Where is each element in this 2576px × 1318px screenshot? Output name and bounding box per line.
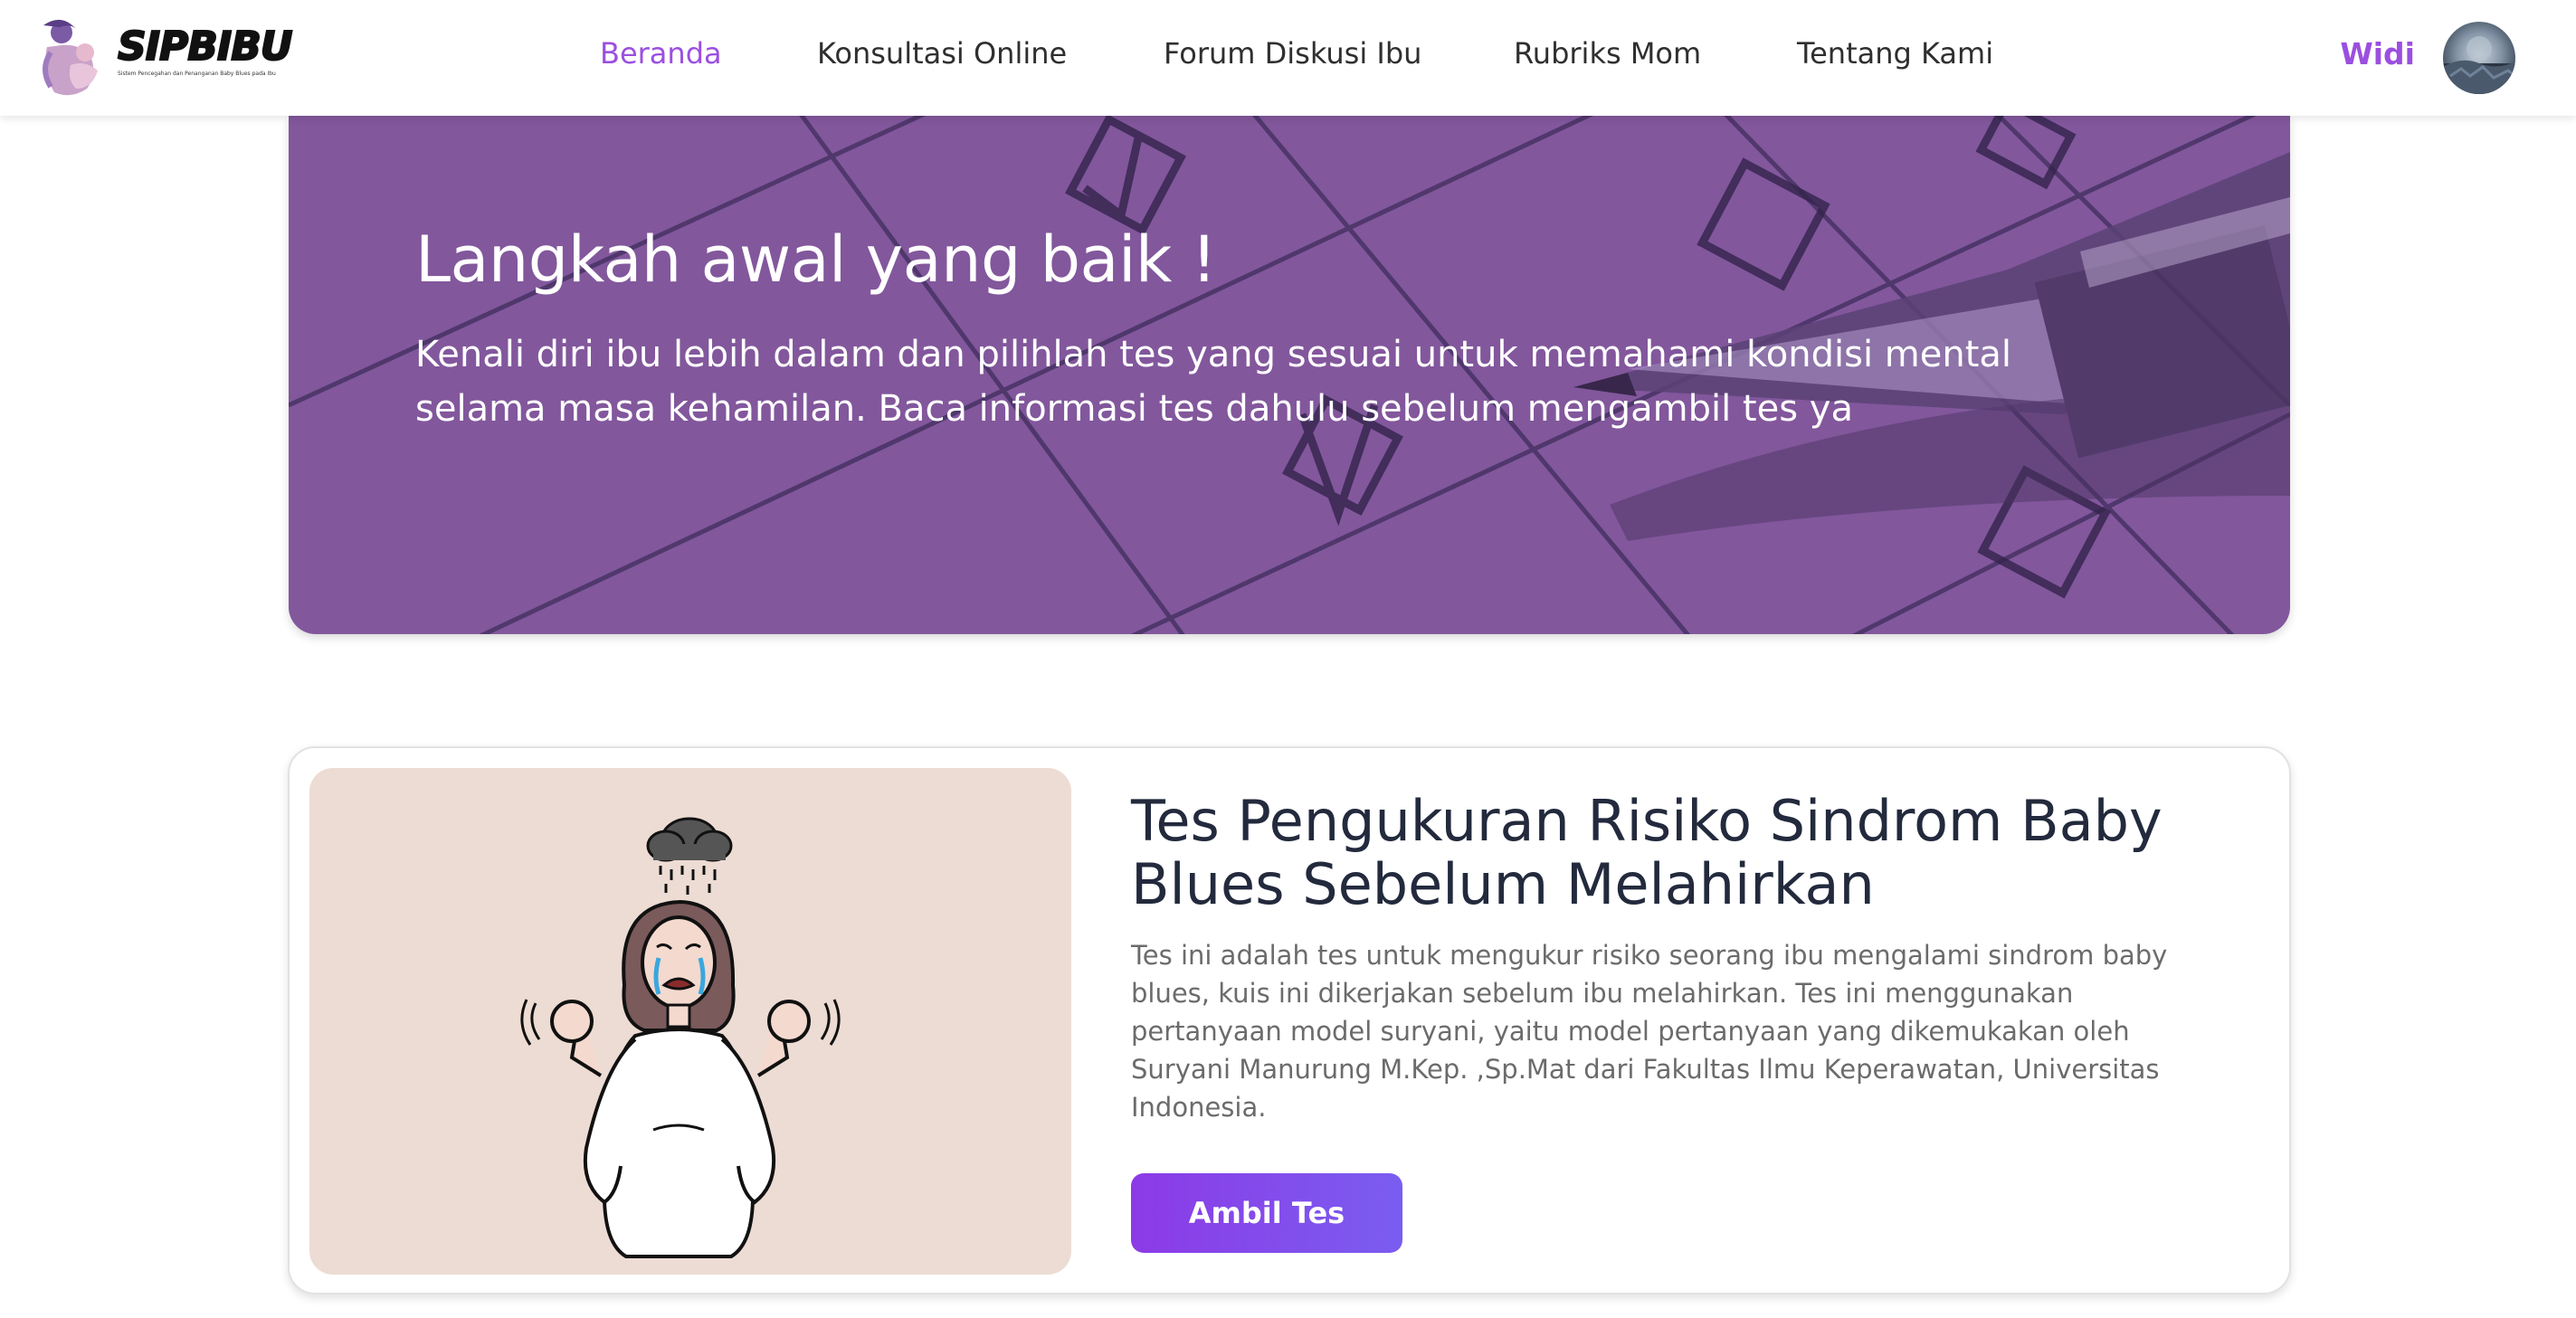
- hero-description: Kenali diri ibu lebih dalam dan pilihlah…: [415, 334, 2012, 430]
- nav-link-tentang-kami[interactable]: Tentang Kami: [1797, 36, 1993, 71]
- avatar-photo-icon: [2443, 36, 2515, 94]
- test-card-image: [309, 768, 1071, 1275]
- rain-cloud-icon: [646, 817, 733, 895]
- ambil-tes-button[interactable]: Ambil Tes: [1131, 1173, 1402, 1253]
- test-card: Tes Pengukuran Risiko Sindrom Baby Blues…: [288, 746, 2291, 1294]
- user-name-link[interactable]: Widi: [2340, 36, 2415, 71]
- hero-banner: Langkah awal yang baik ! Kenali diri ibu…: [289, 116, 2290, 634]
- nav-link-rubriks-mom[interactable]: Rubriks Mom: [1514, 36, 1701, 71]
- main-navigation: Beranda Konsultasi Online Forum Diskusi …: [0, 0, 2576, 116]
- hero-title: Langkah awal yang baik !: [415, 223, 1217, 297]
- test-card-description: Tes ini adalah tes untuk mengukur risiko…: [1131, 940, 2168, 1123]
- top-navbar: SIPBIBU Sistem Pencegahan dan Penanganan…: [0, 0, 2576, 116]
- crying-pregnant-woman-illustration-icon: [520, 817, 841, 1258]
- test-card-title: Tes Pengukuran Risiko Sindrom Baby Blues…: [1131, 788, 2163, 917]
- user-avatar[interactable]: [2443, 22, 2515, 94]
- nav-link-beranda[interactable]: Beranda: [600, 36, 722, 71]
- nav-link-konsultasi-online[interactable]: Konsultasi Online: [817, 36, 1067, 71]
- nav-link-forum-diskusi-ibu[interactable]: Forum Diskusi Ibu: [1164, 36, 1421, 71]
